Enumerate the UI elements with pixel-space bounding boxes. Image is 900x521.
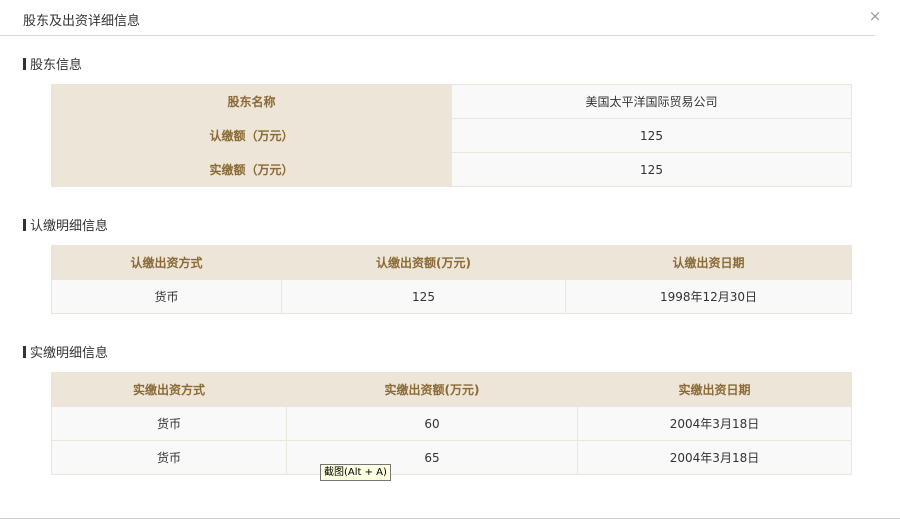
table-header-row: 认缴出资方式 认缴出资额(万元) 认缴出资日期: [51, 245, 852, 280]
table-cell: 货币: [51, 279, 282, 314]
section-marker: [23, 58, 26, 70]
column-header: 认缴出资日期: [565, 245, 852, 280]
column-header: 实缴出资日期: [577, 372, 852, 407]
subscribed-table: 认缴出资方式 认缴出资额(万元) 认缴出资日期 货币 125 1998年12月3…: [51, 245, 852, 314]
section-shareholder-title: 股东信息: [23, 58, 82, 74]
dialog-title: 股东及出资详细信息: [23, 14, 141, 29]
section-marker: [23, 219, 26, 231]
shareholder-name-label: 股东名称: [51, 84, 452, 119]
shareholder-table: 股东名称 美国太平洋国际贸易公司 认缴额（万元） 125 实缴额（万元） 125: [51, 84, 852, 187]
paid-amount-label: 实缴额（万元）: [51, 152, 452, 187]
column-header: 实缴出资额(万元): [286, 372, 578, 407]
table-row: 货币 65 2004年3月18日: [51, 440, 852, 475]
table-cell: 2004年3月18日: [577, 406, 852, 441]
paid-table: 实缴出资方式 实缴出资额(万元) 实缴出资日期 货币 60 2004年3月18日…: [51, 372, 852, 475]
table-row: 认缴额（万元） 125: [51, 118, 852, 153]
section-marker: [23, 346, 26, 358]
paid-amount-value: 125: [451, 152, 852, 187]
section-paid-label: 实缴明细信息: [30, 346, 109, 361]
column-header: 认缴出资方式: [51, 245, 282, 280]
table-header-row: 实缴出资方式 实缴出资额(万元) 实缴出资日期: [51, 372, 852, 407]
table-cell: 60: [286, 406, 578, 441]
screenshot-tooltip: 截图(Alt + A): [320, 464, 391, 481]
table-cell: 货币: [51, 440, 287, 475]
section-paid-title: 实缴明细信息: [23, 346, 108, 362]
details-dialog: 股东及出资详细信息 × 股东信息 股东名称 美国太平洋国际贸易公司 认缴额（万元…: [0, 0, 900, 521]
table-cell: 货币: [51, 406, 287, 441]
section-shareholder-label: 股东信息: [30, 58, 83, 73]
shareholder-name-value: 美国太平洋国际贸易公司: [451, 84, 852, 119]
subscribed-amount-label: 认缴额（万元）: [51, 118, 452, 153]
close-icon[interactable]: ×: [868, 9, 882, 24]
table-row: 实缴额（万元） 125: [51, 152, 852, 187]
section-subscribed-title: 认缴明细信息: [23, 219, 108, 235]
table-cell: 1998年12月30日: [565, 279, 852, 314]
column-header: 认缴出资额(万元): [281, 245, 566, 280]
table-row: 货币 125 1998年12月30日: [51, 279, 852, 314]
subscribed-amount-value: 125: [451, 118, 852, 153]
dialog-divider: [0, 518, 900, 519]
section-subscribed-label: 认缴明细信息: [30, 219, 109, 234]
table-row: 股东名称 美国太平洋国际贸易公司: [51, 84, 852, 119]
column-header: 实缴出资方式: [51, 372, 287, 407]
table-cell: 2004年3月18日: [577, 440, 852, 475]
dialog-header: 股东及出资详细信息: [0, 0, 875, 36]
table-cell: 125: [281, 279, 566, 314]
table-row: 货币 60 2004年3月18日: [51, 406, 852, 441]
